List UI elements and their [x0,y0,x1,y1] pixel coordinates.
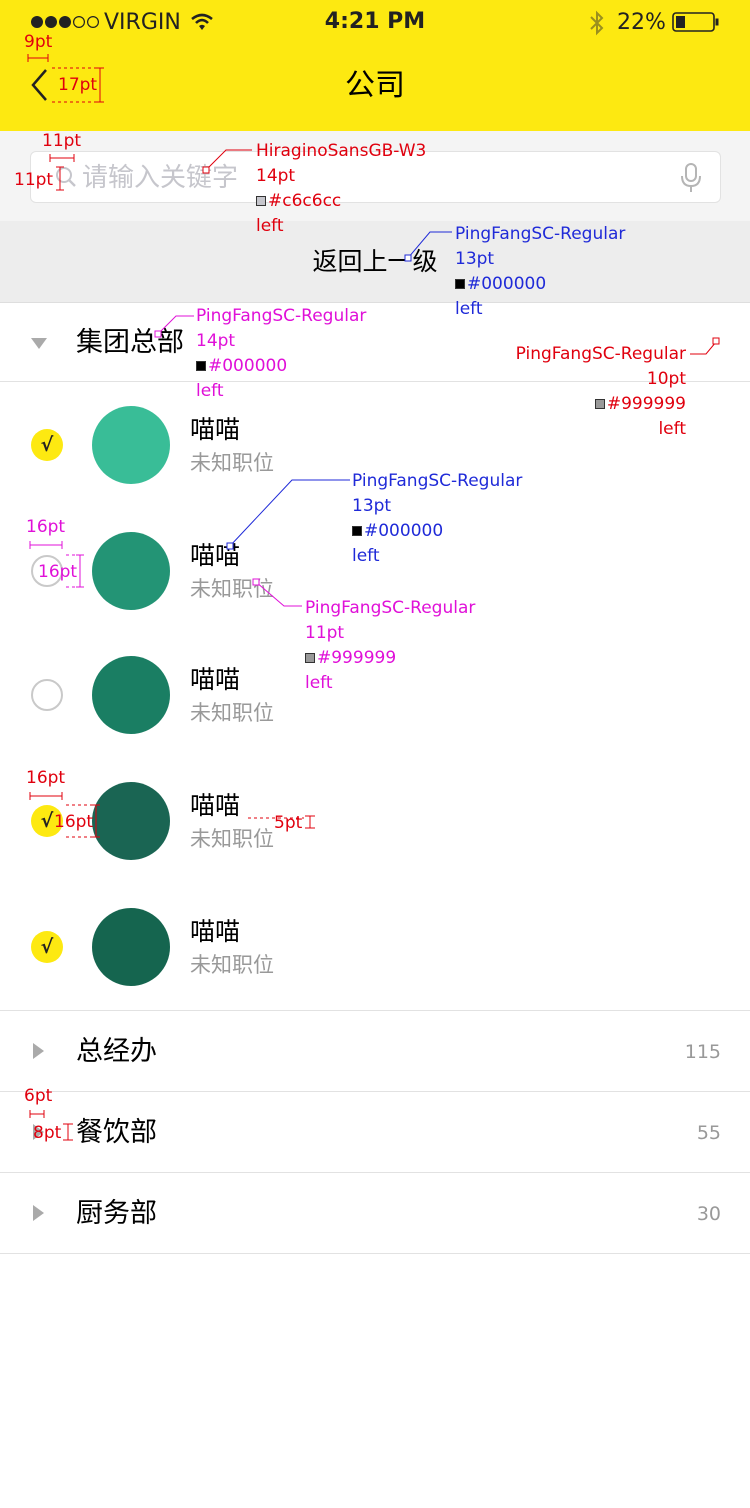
anno-font: PingFangSC-Regular [352,471,523,491]
battery-percent: 22% [617,10,666,35]
member-role: 未知职位 [190,827,274,851]
divider [0,1010,750,1011]
anno-align: left [256,216,284,236]
anno-size: 10pt [646,369,686,389]
anno-size: 13pt [352,496,392,516]
anno-back-height: 17pt [58,75,98,95]
anno-color: #c6c6cc [256,189,426,214]
color-swatch [455,279,465,289]
anno-role-spec: PingFangSC-Regular 11pt #999999 left [305,596,475,696]
anno-color: #000000 [455,272,625,297]
group-name[interactable]: 集团总部 [76,324,184,362]
member-count: 115 [684,1041,721,1063]
member-name: 喵喵 [190,917,241,946]
anno-search-gap: 11pt [42,131,82,151]
microphone-icon[interactable] [680,163,702,193]
anno-align: left [658,419,686,439]
checkbox-checked[interactable]: √ [31,931,63,963]
member-count: 30 [696,1203,721,1225]
color-swatch [594,399,605,409]
member-role: 未知职位 [190,577,274,601]
page-title: 公司 [345,68,405,103]
triangle-down-icon[interactable] [30,336,48,350]
anno-arrow-size: 8pt [33,1123,62,1143]
bluetooth-icon [588,10,606,36]
anno-search-spec: HiraginoSansGB-W3 14pt #c6c6cc left [256,139,426,239]
anno-align: left [196,381,224,401]
anno-name-spec: PingFangSC-Regular 13pt #000000 left [352,469,522,569]
anno-font: PingFangSC-Regular [196,306,367,326]
anno-color: #000000 [352,519,522,544]
color-swatch [196,361,206,371]
anno-size: 13pt [455,249,495,269]
member-count: 55 [696,1122,721,1144]
anno-size: 14pt [196,331,236,351]
anno-align: left [305,673,333,693]
group-name[interactable]: 厨务部 [76,1195,157,1233]
avatar [92,406,170,484]
anno-check-size: 16pt [38,562,78,582]
anno-size: 11pt [305,623,345,643]
anno-line-gap: 5pt [274,813,303,833]
anno-arrow-gap: 6pt [24,1086,53,1106]
battery-icon [672,12,720,32]
search-icon [55,166,77,188]
triangle-right-icon[interactable] [32,1204,46,1222]
anno-check-gap: 16pt [26,768,66,788]
anno-size: 14pt [256,166,296,186]
back-level-label: 返回上一级 [312,247,438,276]
anno-align: left [352,546,380,566]
member-name: 喵喵 [190,791,241,820]
member-name: 喵喵 [190,665,241,694]
anno-font: PingFangSC-Regular [305,598,476,618]
member-role: 未知职位 [190,451,274,475]
anno-font: PingFangSC-Regular [455,224,626,244]
anno-align: left [455,299,483,319]
anno-count-spec: PingFangSC-Regular 10pt #999999 left [490,342,686,442]
anno-group-spec: PingFangSC-Regular 14pt #000000 left [196,304,366,404]
checkbox-unchecked[interactable] [31,679,63,711]
checkbox-checked[interactable]: √ [31,429,63,461]
avatar [92,908,170,986]
anno-back-gap: 9pt [24,32,53,52]
divider [0,1091,750,1092]
anno-color: #999999 [305,646,475,671]
avatar [92,782,170,860]
anno-check-size: 16pt [54,812,94,832]
divider [0,1253,750,1254]
anno-search-height: 11pt [14,170,54,190]
color-swatch [305,653,315,663]
member-role: 未知职位 [190,701,274,725]
anno-font: PingFangSC-Regular [515,344,686,364]
anno-color: #999999 [490,392,686,417]
search-placeholder: 请输入关键字 [82,163,239,193]
color-swatch [256,196,266,206]
anno-check-gap: 16pt [26,517,66,537]
member-name: 喵喵 [190,415,241,444]
divider [0,1172,750,1173]
triangle-right-icon[interactable] [32,1042,46,1060]
group-name[interactable]: 总经办 [76,1033,157,1071]
anno-font: HiraginoSansGB-W3 [256,141,427,161]
avatar [92,656,170,734]
anno-color: #000000 [196,354,366,379]
member-role: 未知职位 [190,953,274,977]
color-swatch [352,526,362,536]
anno-back-level-spec: PingFangSC-Regular 13pt #000000 left [455,222,625,322]
avatar [92,532,170,610]
member-name: 喵喵 [190,541,241,570]
group-name[interactable]: 餐饮部 [76,1114,157,1152]
